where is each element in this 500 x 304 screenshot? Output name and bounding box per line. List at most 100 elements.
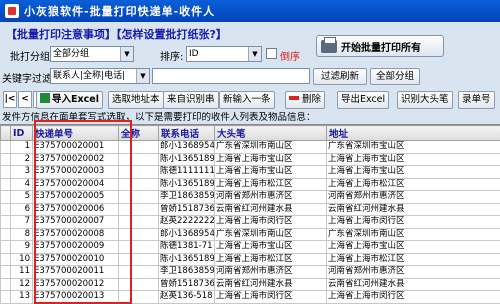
- tracking-number-cell[interactable]: E375700020001: [32, 140, 119, 154]
- bigpen-cell[interactable]: 上海省上海市闵行区: [214, 215, 327, 229]
- row-pointer-cell[interactable]: [0, 290, 11, 304]
- keyword-field-select[interactable]: 联系人|全称|电话| ▼: [50, 68, 150, 84]
- bigpen-cell[interactable]: 广东省深圳市南山区: [214, 140, 327, 154]
- bigpen-cell[interactable]: 广东省深圳市南山区: [214, 227, 327, 241]
- fullname-cell[interactable]: [118, 265, 159, 279]
- pick-address-book-button[interactable]: 选取地址本: [108, 91, 164, 109]
- phone-cell[interactable]: 曾娇1518736: [158, 202, 215, 216]
- row-pointer-cell[interactable]: [0, 165, 11, 179]
- row-pointer-cell[interactable]: [0, 140, 11, 154]
- row-pointer-cell[interactable]: [0, 152, 11, 166]
- row-pointer-cell[interactable]: [0, 252, 11, 266]
- address-cell[interactable]: 上海省上海市闵行区: [326, 290, 500, 304]
- phone-cell[interactable]: 陈小1365189: [158, 152, 215, 166]
- column-header-fullname[interactable]: 全称: [118, 125, 159, 141]
- tracking-number-cell[interactable]: E375700020007: [32, 215, 119, 229]
- id-cell[interactable]: 8: [10, 227, 33, 241]
- table-row[interactable]: 3 E375700020003 陈德1111111 上海省上海市宝山区 上海省上海市宝山…: [0, 165, 500, 179]
- tracking-number-cell[interactable]: E375700020004: [32, 177, 119, 191]
- table-row[interactable]: 12 E375700020012 曾娇1518736 云南省红河州建水县 云南省红河州建…: [0, 277, 500, 291]
- filter-refresh-button[interactable]: 过滤刷新: [313, 68, 367, 85]
- table-row[interactable]: 13 E375700020013 赵英136-518 上海省上海市闵行区 上海省上海市闵…: [0, 290, 500, 304]
- from-recognition-button[interactable]: 来自识别串: [163, 91, 219, 109]
- phone-cell[interactable]: 赵英136-518: [158, 290, 215, 304]
- fullname-cell[interactable]: [118, 140, 159, 154]
- table-row[interactable]: 9 E375700020009 陈德1381-71 上海省上海市宝山区 上海省上海市宝山…: [0, 240, 500, 254]
- id-cell[interactable]: 10: [10, 252, 33, 266]
- address-cell[interactable]: 上海省上海市松江区: [326, 177, 500, 191]
- enter-number-button[interactable]: 录单号: [458, 91, 495, 109]
- row-pointer-cell[interactable]: [0, 190, 11, 204]
- address-cell[interactable]: 广东省深圳市南山区: [326, 227, 500, 241]
- tracking-number-cell[interactable]: E375700020003: [32, 165, 119, 179]
- start-batch-print-button[interactable]: 开始批量打印所有: [316, 35, 444, 57]
- desc-checkbox[interactable]: [266, 48, 277, 59]
- recognize-head-button[interactable]: 识别大头笔: [397, 91, 453, 109]
- bigpen-cell[interactable]: 上海省上海市松江区: [214, 177, 327, 191]
- column-header-phone[interactable]: 联系电话: [158, 125, 215, 141]
- phone-cell[interactable]: 赵英2222222: [158, 215, 215, 229]
- id-cell[interactable]: 5: [10, 190, 33, 204]
- tracking-number-cell[interactable]: E375700020009: [32, 240, 119, 254]
- tracking-number-cell[interactable]: E375700020002: [32, 152, 119, 166]
- nav-first-button[interactable]: |<: [3, 91, 17, 108]
- row-pointer-cell[interactable]: [0, 215, 11, 229]
- address-cell[interactable]: 上海省上海市闵行区: [326, 215, 500, 229]
- address-cell[interactable]: 河南省郑州市惠济区: [326, 265, 500, 279]
- phone-cell[interactable]: 陈小1365189: [158, 252, 215, 266]
- id-cell[interactable]: 3: [10, 165, 33, 179]
- phone-cell[interactable]: 曾娇1518736: [158, 277, 215, 291]
- id-cell[interactable]: 1: [10, 140, 33, 154]
- row-pointer-cell[interactable]: [0, 177, 11, 191]
- group-select[interactable]: 全部分组 ▼: [50, 46, 134, 62]
- phone-cell[interactable]: 陈小1365189: [158, 177, 215, 191]
- fullname-cell[interactable]: [118, 240, 159, 254]
- bigpen-cell[interactable]: 云南省红河州建水县: [214, 277, 327, 291]
- address-cell[interactable]: 广东省深圳市宝山区: [326, 140, 500, 154]
- fullname-cell[interactable]: [118, 227, 159, 241]
- address-cell[interactable]: 云南省红河州建水县: [326, 202, 500, 216]
- column-header-address[interactable]: 地址: [326, 125, 500, 141]
- phone-cell[interactable]: 郎小1368954: [158, 140, 215, 154]
- import-excel-button[interactable]: 导入Excel: [36, 91, 103, 109]
- address-cell[interactable]: 上海省上海市松江区: [326, 252, 500, 266]
- tracking-number-cell[interactable]: E375700020013: [32, 290, 119, 304]
- fullname-cell[interactable]: [118, 252, 159, 266]
- id-cell[interactable]: 12: [10, 277, 33, 291]
- notice-link[interactable]: 【批量打印注意事项】【怎样设置批打纸张?】: [6, 26, 227, 42]
- tracking-number-cell[interactable]: E375700020005: [32, 190, 119, 204]
- row-pointer-cell[interactable]: [0, 265, 11, 279]
- fullname-cell[interactable]: [118, 215, 159, 229]
- nav-prev-button[interactable]: <: [18, 91, 32, 108]
- phone-cell[interactable]: 李卫1863859: [158, 190, 215, 204]
- phone-cell[interactable]: 陈德1381-71: [158, 240, 215, 254]
- row-pointer-cell[interactable]: [0, 227, 11, 241]
- keyword-input[interactable]: [152, 68, 310, 84]
- address-cell[interactable]: 云南省红河州建水县: [326, 277, 500, 291]
- id-cell[interactable]: 13: [10, 290, 33, 304]
- fullname-cell[interactable]: [118, 165, 159, 179]
- fullname-cell[interactable]: [118, 277, 159, 291]
- address-cell[interactable]: 河南省郑州市惠济区: [326, 190, 500, 204]
- tracking-number-cell[interactable]: E375700020006: [32, 202, 119, 216]
- id-cell[interactable]: 11: [10, 265, 33, 279]
- bigpen-cell[interactable]: 上海省上海市闵行区: [214, 290, 327, 304]
- tracking-number-cell[interactable]: E375700020011: [32, 265, 119, 279]
- export-excel-button[interactable]: 导出Excel: [337, 91, 390, 109]
- bigpen-cell[interactable]: 上海省上海市宝山区: [214, 240, 327, 254]
- column-header-tracking[interactable]: 快递单号: [32, 125, 119, 141]
- bigpen-cell[interactable]: 上海省上海市松江区: [214, 252, 327, 266]
- table-row[interactable]: 11 E375700020011 李卫1863859 河南省郑州市惠济区 河南省郑州市惠…: [0, 265, 500, 279]
- fullname-cell[interactable]: [118, 177, 159, 191]
- bigpen-cell[interactable]: 上海省上海市宝山区: [214, 165, 327, 179]
- id-cell[interactable]: 9: [10, 240, 33, 254]
- id-cell[interactable]: 2: [10, 152, 33, 166]
- id-cell[interactable]: 4: [10, 177, 33, 191]
- all-groups-button[interactable]: 全部分组: [370, 68, 420, 85]
- bigpen-cell[interactable]: 河南省郑州市惠济区: [214, 190, 327, 204]
- row-pointer-cell[interactable]: [0, 277, 11, 291]
- fullname-cell[interactable]: [118, 190, 159, 204]
- sort-select[interactable]: ID ▼: [186, 46, 262, 62]
- fullname-cell[interactable]: [118, 290, 159, 304]
- tracking-number-cell[interactable]: E375700020008: [32, 227, 119, 241]
